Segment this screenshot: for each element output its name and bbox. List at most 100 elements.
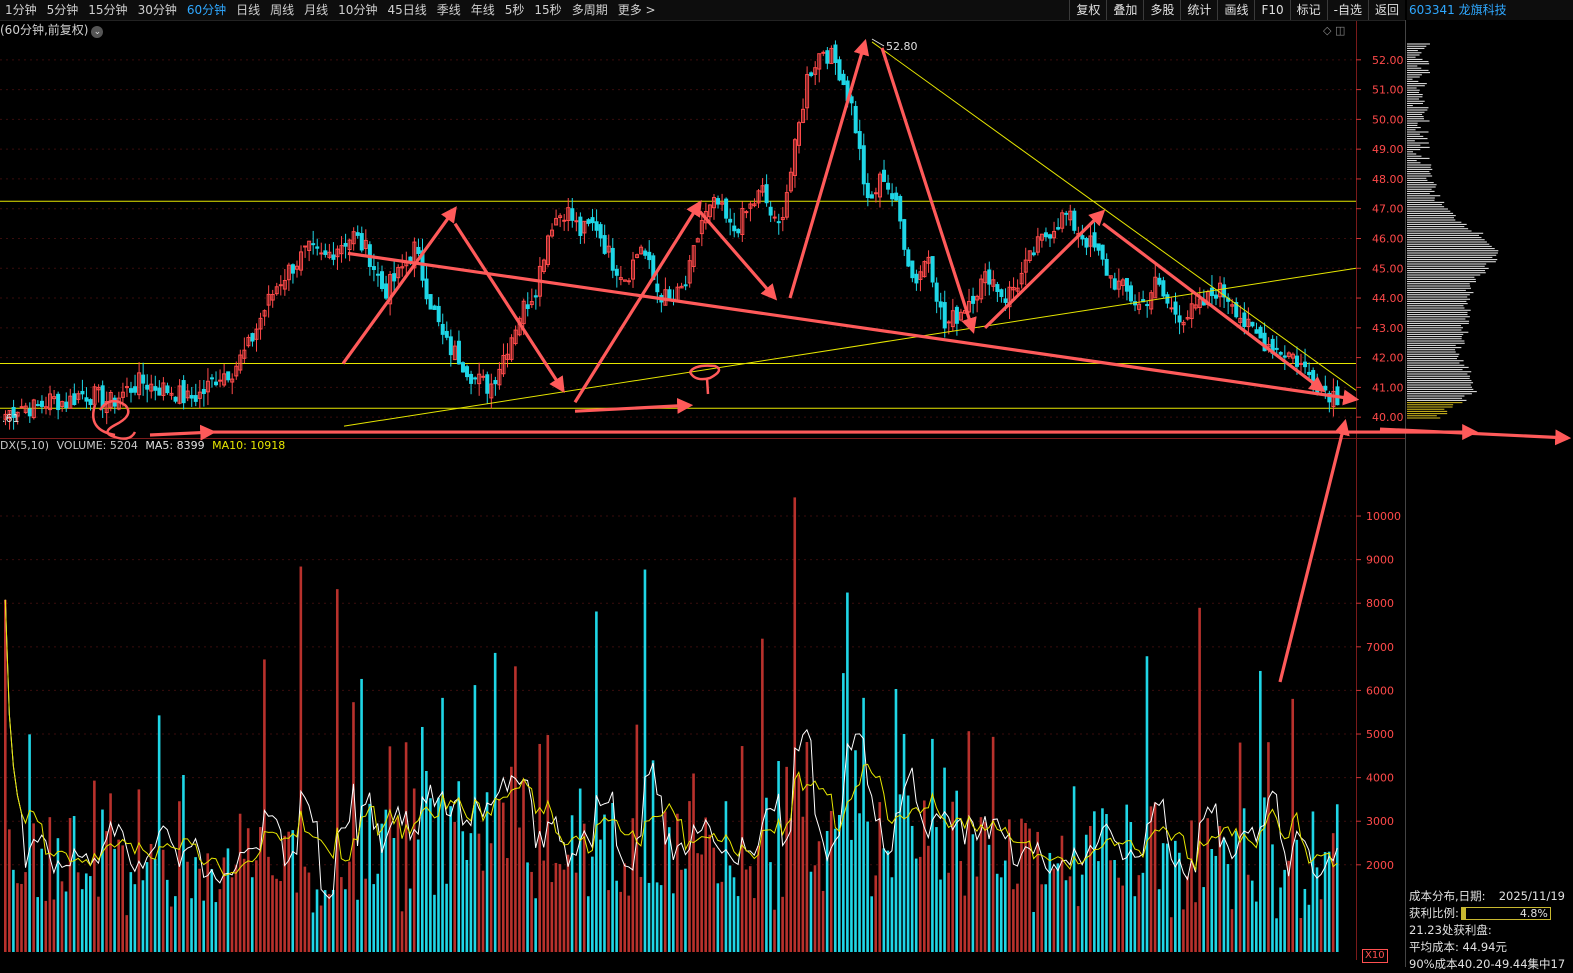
period-tab-3[interactable]: 30分钟	[133, 0, 182, 20]
period-tab-9[interactable]: 45日线	[382, 0, 431, 20]
volume-bar-205	[833, 828, 837, 952]
period-tab-12[interactable]: 5秒	[500, 0, 530, 20]
candle-body-158	[643, 250, 648, 256]
period-tab-10[interactable]: 季线	[432, 0, 466, 20]
candle-body-49	[201, 388, 206, 394]
stock-header[interactable]: 603341 龙旗科技	[1407, 0, 1573, 20]
volume-bar-152	[619, 891, 622, 952]
period-tab-1[interactable]: 5分钟	[42, 0, 84, 20]
volume-bar-74	[303, 866, 307, 952]
volume-bar-40	[165, 879, 169, 952]
volume-bar-89	[364, 878, 367, 952]
candle-body-264	[1072, 210, 1077, 231]
candle-body-210	[853, 105, 858, 134]
candle-body-141	[574, 220, 579, 223]
tool-button-0[interactable]: 复权	[1069, 0, 1106, 20]
tool-button-3[interactable]: 统计	[1180, 0, 1217, 20]
period-tab-8[interactable]: 10分钟	[333, 0, 382, 20]
volume-bar-283	[1149, 806, 1153, 952]
tool-button-7[interactable]: -自选	[1326, 0, 1368, 20]
candle-body-290	[1177, 315, 1182, 323]
candle-body-202	[821, 51, 826, 54]
volume-bar-117	[477, 833, 481, 952]
period-tab-7[interactable]: 月线	[299, 0, 333, 20]
chart-title: (60分钟,前复权) ⌄	[0, 21, 104, 39]
volume-bar-219	[890, 877, 894, 952]
volume-bar-296	[1202, 887, 1205, 952]
volume-bar-4	[20, 883, 23, 952]
volume-bar-257	[1044, 884, 1048, 952]
period-tab-6[interactable]: 周线	[265, 0, 299, 20]
candle-body-232	[942, 302, 947, 329]
volume-bar-308	[1250, 880, 1254, 952]
volume-bar-116	[473, 685, 477, 952]
period-tab-4[interactable]: 60分钟	[182, 0, 231, 20]
tool-button-2[interactable]: 多股	[1143, 0, 1180, 20]
volume-bar-247	[1003, 860, 1007, 952]
volume-bar-303	[1230, 909, 1234, 952]
candle-body-104	[424, 278, 429, 300]
candle-body-257	[1043, 232, 1048, 238]
x10-badge[interactable]: X10	[1362, 949, 1388, 963]
volume-bar-50	[206, 853, 210, 952]
period-tab-15[interactable]: 更多 >	[613, 0, 661, 20]
period-tab-0[interactable]: 1分钟	[0, 0, 42, 20]
candle-body-21	[88, 399, 93, 406]
volume-bar-15	[64, 891, 68, 952]
volume-bar-295	[1198, 607, 1201, 952]
chevron-down-icon[interactable]: ⌄	[91, 26, 104, 38]
volume-bar-202	[821, 890, 825, 952]
volume-bar-181	[736, 896, 740, 952]
ma10-value: MA10: 10918	[212, 439, 286, 452]
period-tab-11[interactable]: 年线	[466, 0, 500, 20]
volume-bar-20	[84, 873, 88, 952]
volume-bar-115	[469, 833, 473, 952]
volume-bar-191	[777, 761, 780, 952]
volume-bar-230	[935, 827, 938, 952]
volume-bar-27	[113, 848, 116, 952]
tool-button-4[interactable]: 画线	[1217, 0, 1254, 20]
period-tab-13[interactable]: 15秒	[529, 0, 566, 20]
volume-bar-185	[752, 898, 756, 952]
candle-body-52	[214, 381, 219, 386]
volume-bar-108	[441, 697, 444, 952]
candle-body-53	[218, 379, 223, 382]
candle-body-131	[533, 295, 538, 298]
volume-bar-52	[214, 902, 218, 952]
volume-bar-66	[271, 875, 274, 952]
tool-button-6[interactable]: 标记	[1289, 0, 1327, 20]
candle-body-118	[481, 375, 486, 378]
volume-bar-190	[773, 909, 776, 952]
tool-button-5[interactable]: F10	[1254, 0, 1289, 20]
chart-title-text: (60分钟,前复权)	[0, 23, 89, 37]
period-tab-5[interactable]: 日线	[231, 0, 265, 20]
candle-body-51	[209, 377, 214, 380]
period-tab-2[interactable]: 15分钟	[83, 0, 132, 20]
volume-bar-225	[914, 858, 918, 952]
candle-body-78	[319, 252, 324, 255]
period-toolbar: 1分钟 5分钟 15分钟 30分钟 60分钟 日线 周线 月线 10分钟 45日线 季线 年线 5秒 15…	[0, 0, 1405, 21]
volume-bar-130	[530, 871, 533, 952]
volume-bar-196	[797, 774, 801, 952]
volume-bar-201	[817, 841, 821, 952]
volume-bar-233	[947, 872, 950, 952]
volume-bar-245	[995, 873, 999, 952]
period-tab-14[interactable]: 多周期	[567, 0, 613, 20]
candle-body-271	[1100, 244, 1105, 260]
candle-body-81	[331, 254, 336, 260]
candle-body-219	[890, 193, 895, 200]
volume-bar-176	[716, 883, 720, 952]
profit-at-price: 21.23处获利盘:	[1409, 923, 1492, 937]
volume-bar-75	[307, 872, 311, 952]
tool-button-1[interactable]: 叠加	[1106, 0, 1143, 20]
volume-bar-23	[97, 896, 100, 952]
candle-body-142	[578, 216, 583, 236]
volume-bar-14	[60, 881, 64, 952]
tool-button-8[interactable]: 返回	[1367, 0, 1405, 20]
candle-body-282	[1145, 304, 1150, 307]
volume-indicator-name[interactable]: DX(5,10)	[0, 439, 49, 452]
chart-window-icons[interactable]: ◇ ◫	[1323, 24, 1345, 37]
candle-body-267	[1084, 238, 1089, 248]
volume-bar-255	[1036, 831, 1039, 952]
volume-bar-208	[846, 592, 849, 952]
